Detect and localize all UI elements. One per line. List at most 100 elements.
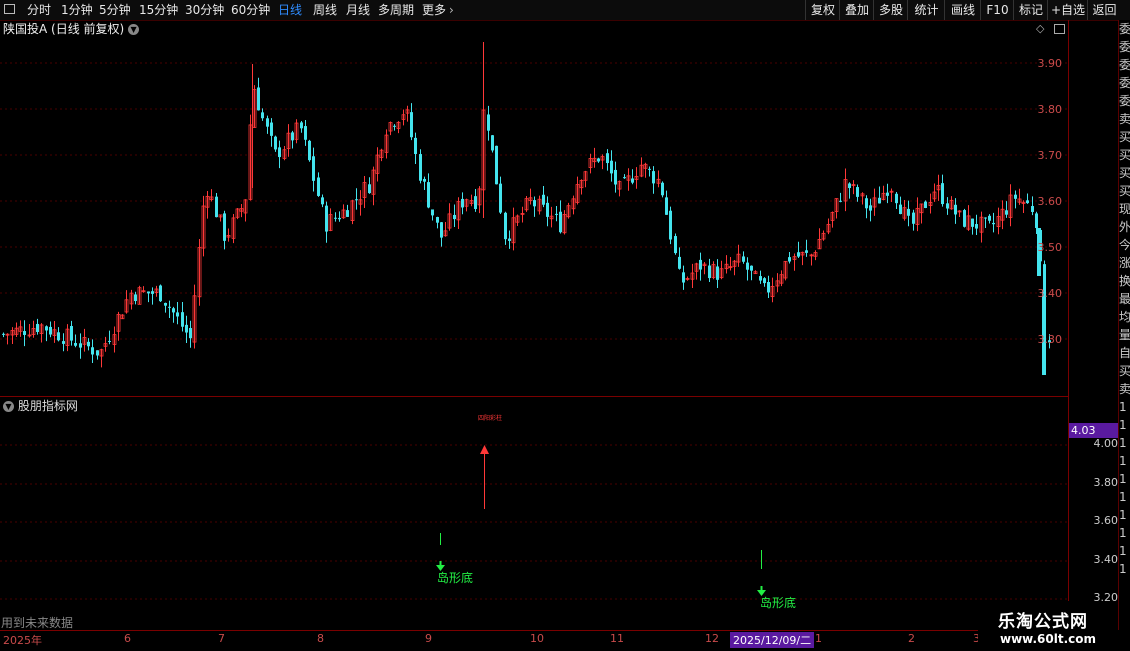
diamond-icon[interactable]: ◇ — [1036, 22, 1044, 35]
candle-body — [504, 212, 507, 240]
candle-body — [499, 183, 502, 213]
candle-body — [338, 217, 341, 220]
time-label: 1 — [815, 632, 822, 645]
quote-panel-char: 1 — [1119, 508, 1127, 522]
tab-more[interactable]: 更多 — [422, 0, 446, 20]
quote-panel-char: 委 — [1119, 40, 1130, 54]
tab-monthly[interactable]: 月线 — [346, 0, 370, 20]
tab-30min[interactable]: 30分钟 — [185, 0, 224, 20]
candle-body — [597, 158, 600, 162]
candle-body — [96, 350, 99, 356]
candle-body — [291, 132, 294, 141]
price-label: 3.40 — [1037, 287, 1063, 300]
candle-body — [788, 257, 791, 262]
tab-60min[interactable]: 60分钟 — [231, 0, 270, 20]
axis-label: 3.80 — [1093, 476, 1119, 489]
tab-fenshi[interactable]: 分时 — [27, 0, 51, 20]
candle-body — [423, 178, 426, 182]
multi-stock-button[interactable]: 多股 — [873, 0, 908, 20]
watermark-logo: 乐淘公式网 www.60lt.com — [978, 601, 1118, 650]
axis-label: 3.40 — [1093, 553, 1119, 566]
tab-5min[interactable]: 5分钟 — [99, 0, 131, 20]
candle-body — [555, 213, 558, 215]
candle-body — [669, 210, 672, 240]
signal-label-bottom-1: 岛形底 — [437, 571, 474, 585]
time-label: 6 — [124, 632, 131, 645]
axis-label: 3.60 — [1093, 514, 1119, 527]
candle-body — [321, 197, 324, 205]
candle-body — [427, 182, 430, 208]
quote-panel-char: 换 — [1119, 274, 1130, 288]
tab-daily[interactable]: 日线 — [278, 0, 302, 20]
tab-multi-period[interactable]: 多周期 — [378, 0, 414, 20]
candle-body — [954, 204, 957, 215]
candle-body — [436, 217, 439, 223]
add-watchlist-button[interactable]: +自选 — [1047, 0, 1088, 20]
candle-body — [865, 198, 868, 209]
quote-panel-char: 买 — [1119, 130, 1130, 144]
tab-1min[interactable]: 1分钟 — [61, 0, 93, 20]
candle-body — [542, 194, 545, 205]
candle-body — [878, 197, 881, 204]
candle-body — [261, 112, 264, 119]
chevron-down-icon[interactable]: ▼ — [128, 24, 140, 35]
candle-body — [495, 145, 498, 185]
tab-15min[interactable]: 15分钟 — [139, 0, 178, 20]
time-label: 12 — [705, 632, 719, 645]
mark-button[interactable]: 标记 — [1013, 0, 1048, 20]
main-chart-header: 陕国投A (日线 前复权) ▼ — [3, 20, 140, 38]
candle-body — [797, 252, 800, 257]
candle-body — [975, 224, 978, 229]
candle-body — [1031, 206, 1034, 212]
candle-body — [74, 343, 77, 346]
candle-body — [87, 341, 90, 347]
statistics-button[interactable]: 统计 — [907, 0, 945, 20]
candle-body — [461, 198, 464, 208]
price-label: 3.80 — [1037, 103, 1063, 116]
overlay-button[interactable]: 叠加 — [839, 0, 874, 20]
time-label: 8 — [317, 632, 324, 645]
candle-body — [278, 147, 281, 158]
fuquan-button[interactable]: 复权 — [805, 0, 840, 20]
candle-body — [759, 276, 762, 281]
candle-body — [23, 331, 26, 335]
quote-panel-char: 买 — [1119, 184, 1130, 198]
layout-toggle-icon[interactable] — [1054, 24, 1065, 34]
candle-body — [172, 308, 175, 313]
period-toolbar: 分时 1分钟 5分钟 15分钟 30分钟 60分钟 日线 周线 月线 多周期 更… — [0, 0, 1130, 21]
tab-weekly[interactable]: 周线 — [313, 0, 337, 20]
f10-button[interactable]: F10 — [980, 0, 1014, 20]
indicator-chart[interactable] — [0, 417, 1068, 630]
draw-line-button[interactable]: 画线 — [944, 0, 981, 20]
candle-body — [304, 126, 307, 140]
candle-body — [325, 205, 328, 232]
candlestick-chart[interactable] — [0, 38, 1068, 395]
candle-body — [839, 200, 842, 202]
window-menu-icon[interactable] — [4, 4, 15, 14]
signal-label-top: 四阳彩柱 — [478, 415, 503, 422]
candle-body — [151, 291, 154, 294]
candle-body — [746, 262, 749, 270]
quote-panel-char: 最 — [1119, 292, 1130, 306]
candle-body — [440, 222, 443, 238]
time-label: 11 — [610, 632, 624, 645]
candle-body — [716, 266, 719, 280]
back-button[interactable]: 返回 — [1087, 0, 1121, 20]
quote-panel-char: 现 — [1119, 202, 1130, 216]
candle-body — [266, 118, 269, 127]
candle-body — [805, 250, 808, 253]
quote-panel-char: 均 — [1119, 310, 1130, 324]
watermark-url: www.60lt.com — [1000, 632, 1097, 646]
candle-body — [176, 312, 179, 317]
chevron-down-icon[interactable]: ▼ — [3, 401, 14, 412]
candle-body — [70, 326, 73, 341]
time-label: 7 — [218, 632, 225, 645]
axis-label: 4.00 — [1093, 437, 1119, 450]
quote-panel-char: 自 — [1119, 346, 1130, 360]
candle-body — [848, 183, 851, 189]
candle-body — [886, 192, 889, 196]
more-chevron-icon[interactable]: › — [449, 0, 454, 20]
candle-body — [1035, 213, 1038, 229]
signal-label-bottom-2: 岛形底 — [760, 596, 797, 610]
candle-body — [79, 343, 82, 348]
